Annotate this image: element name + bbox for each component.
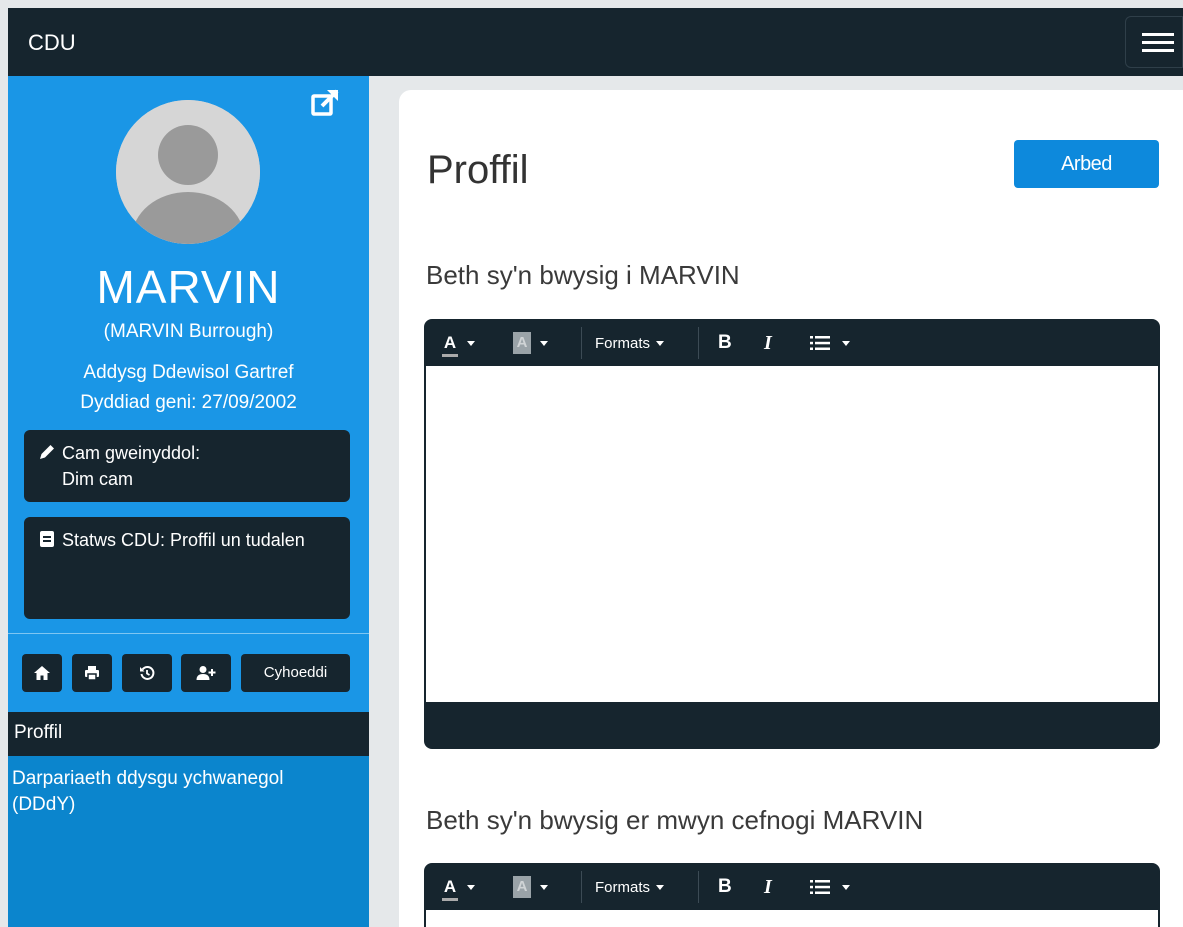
chevron-down-icon [540,340,548,346]
bold-button[interactable]: B [718,319,732,367]
book-icon [38,529,56,547]
chevron-down-icon [467,340,475,346]
status-box: Statws CDU: Proffil un tudalen [24,517,350,619]
text-color-button[interactable]: A [442,863,475,911]
print-button[interactable] [72,654,112,692]
text-color-button[interactable]: A [442,319,475,367]
sidebar-item-label: Proffil [14,722,63,743]
background-color-icon: A [513,332,531,354]
menu-toggle-button[interactable] [1125,16,1183,68]
date-of-birth: Dyddiad geni: 27/09/2002 [80,392,297,413]
sidebar-item-ddy[interactable]: Darpariaeth ddysgu ychwanegol (DDdY) [12,766,312,818]
chevron-down-icon [540,884,548,890]
background-color-button[interactable]: A [513,863,548,911]
toolbar-separator [698,327,699,359]
background-color-icon: A [513,876,531,898]
school-name: Addysg Ddewisol Gartref [83,362,294,383]
chevron-down-icon [656,884,665,890]
sidebar-nav-lower: Darpariaeth ddysgu ychwanegol (DDdY) [8,756,369,927]
chevron-down-icon [842,884,850,890]
section-heading-support: Beth sy'n bwysig er mwyn cefnogi MARVIN [426,805,924,835]
formats-label: Formats [595,878,651,896]
text-color-icon: A [442,333,458,357]
admin-stage-box: Cam gweinyddol: Dim cam [24,430,350,502]
admin-stage-value: Dim cam [62,469,133,489]
formats-dropdown[interactable]: Formats [595,319,665,367]
sidebar-divider [8,633,369,634]
home-icon [34,666,50,681]
rich-text-editor: A A Formats B I [424,319,1160,749]
hamburger-icon [1142,33,1174,36]
bold-button[interactable]: B [718,863,732,911]
save-button[interactable]: Arbed [1014,140,1159,188]
formats-label: Formats [595,334,651,352]
background-color-button[interactable]: A [513,319,548,367]
hamburger-icon-bar [1142,49,1174,52]
editor-text-area[interactable] [426,366,1158,702]
editor-toolbar: A A Formats B I [424,319,1160,367]
italic-button[interactable]: I [764,319,772,367]
publish-button[interactable]: Cyhoeddi [241,654,350,692]
editor-text-area[interactable] [426,910,1158,927]
list-button[interactable] [810,863,850,911]
chevron-down-icon [842,340,850,346]
editor-toolbar: A A Formats B I [424,863,1160,911]
add-user-icon [196,666,216,681]
text-color-icon: A [442,877,458,901]
chevron-down-icon [467,884,475,890]
toolbar-separator [581,871,582,903]
add-user-button[interactable] [181,654,231,692]
toolbar-separator [698,871,699,903]
sidebar: MARVIN (MARVIN Burrough) Addysg Ddewisol… [8,76,369,927]
status-text: Statws CDU: Proffil un tudalen [62,530,305,550]
formats-dropdown[interactable]: Formats [595,863,665,911]
chevron-down-icon [656,340,665,346]
history-button[interactable] [122,654,172,692]
page-title: Proffil [427,148,529,192]
top-navbar: CDU [8,8,1183,76]
history-icon [140,665,155,680]
user-avatar-icon [116,100,260,244]
italic-button[interactable]: I [764,863,772,911]
list-icon [810,336,830,350]
list-icon [810,880,830,894]
pupil-name: MARVIN [96,261,281,313]
external-link-icon[interactable] [308,86,342,120]
rich-text-editor: A A Formats B I [424,863,1160,927]
home-button[interactable] [22,654,62,692]
pupil-fullname: (MARVIN Burrough) [103,321,274,342]
publish-button-label: Cyhoeddi [263,664,328,681]
main-card: Proffil Arbed Beth sy'n bwysig i MARVIN … [399,90,1183,927]
sidebar-item-proffil[interactable]: Proffil [8,712,369,756]
section-heading-important-to: Beth sy'n bwysig i MARVIN [426,260,740,290]
brand-title[interactable]: CDU [28,30,76,56]
admin-stage-label: Cam gweinyddol: [62,443,201,463]
toolbar-separator [581,327,582,359]
list-button[interactable] [810,319,850,367]
print-icon [85,666,99,681]
hamburger-icon-bar [1142,41,1174,44]
pencil-icon [38,442,56,460]
